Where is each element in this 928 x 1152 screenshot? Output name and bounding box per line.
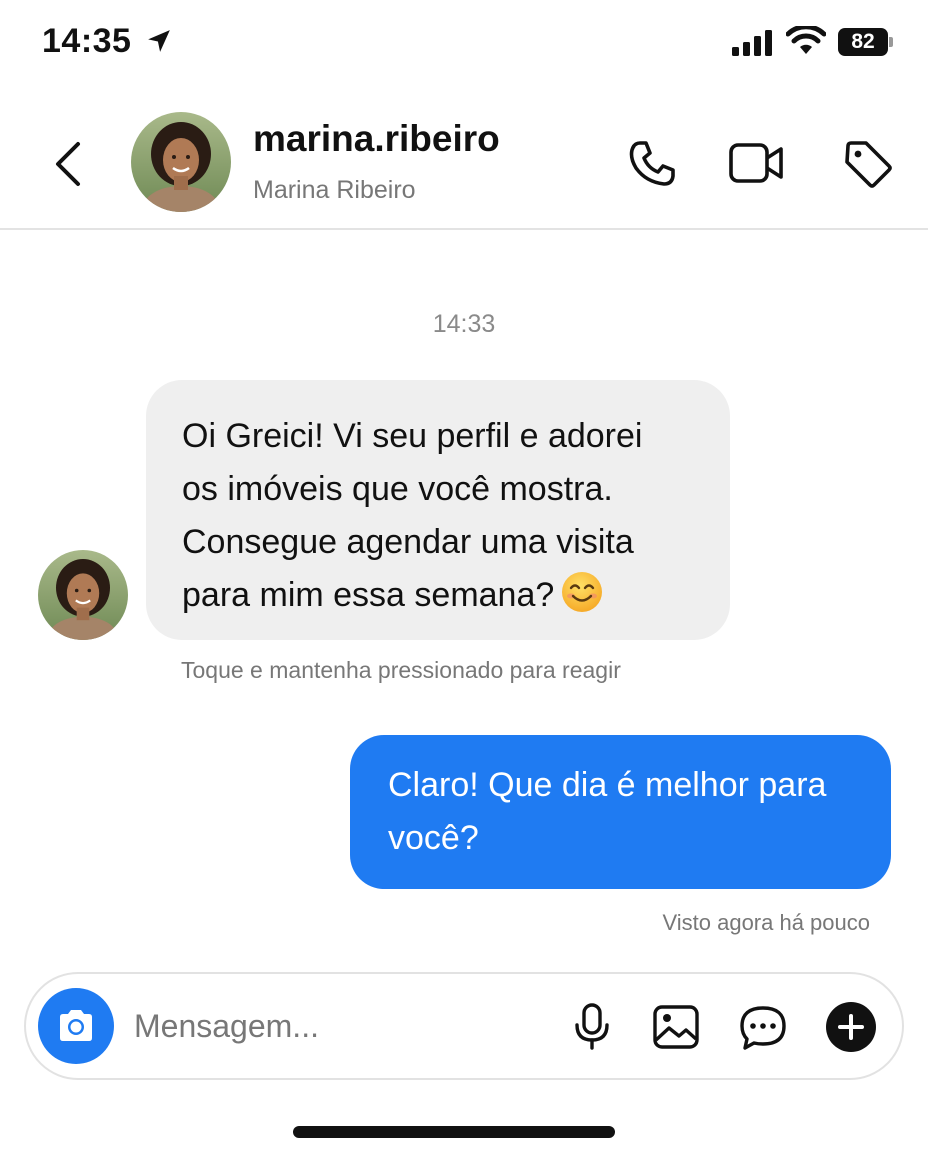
- location-arrow-icon: [148, 30, 170, 52]
- sender-avatar[interactable]: [38, 550, 128, 640]
- cellular-signal-icon: [732, 30, 772, 56]
- incoming-message-bubble[interactable]: Oi Greici! Vi seu perfil e adorei os imó…: [146, 380, 730, 640]
- smiling-face-emoji: [562, 572, 603, 612]
- plus-button[interactable]: [826, 1002, 876, 1052]
- home-indicator[interactable]: [293, 1126, 615, 1138]
- outgoing-message-line: você?: [388, 819, 479, 857]
- back-chevron-icon[interactable]: [50, 140, 84, 188]
- incoming-message-line: Consegue agendar uma visita: [182, 523, 634, 561]
- tag-icon[interactable]: [842, 138, 894, 190]
- plus-icon: [838, 1014, 864, 1040]
- message-timestamp: 14:33: [432, 310, 496, 338]
- incoming-message-line: para mim essa semana?: [182, 576, 555, 614]
- battery-level: 82: [851, 30, 875, 53]
- contact-avatar[interactable]: [131, 112, 231, 212]
- camera-icon: [60, 1010, 92, 1041]
- contact-display-name: Marina Ribeiro: [253, 176, 416, 204]
- incoming-message-line: Oi Greici! Vi seu perfil e adorei: [182, 417, 643, 455]
- outgoing-message-line: Claro! Que dia é melhor para: [388, 766, 827, 804]
- chat-header: marina.ribeiro Marina Ribeiro: [0, 92, 928, 230]
- incoming-message-line: os imóveis que você mostra.: [182, 470, 613, 508]
- incoming-message-text: Oi Greici! Vi seu perfil e adorei os imó…: [182, 410, 694, 622]
- contact-username[interactable]: marina.ribeiro: [253, 118, 500, 160]
- outgoing-message-bubble[interactable]: Claro! Que dia é melhor para você?: [350, 735, 891, 889]
- image-icon[interactable]: [652, 1004, 700, 1050]
- microphone-icon[interactable]: [572, 1002, 612, 1052]
- status-bar: 14:35 82: [0, 0, 928, 90]
- camera-button[interactable]: [38, 988, 114, 1064]
- phone-icon[interactable]: [626, 138, 678, 190]
- message-composer: [24, 972, 904, 1080]
- react-hint: Toque e mantenha pressionado para reagir: [181, 657, 621, 683]
- battery-icon: 82: [838, 28, 894, 56]
- seen-status: Visto agora há pouco: [662, 910, 870, 935]
- incoming-message-line-last: para mim essa semana?: [182, 569, 694, 622]
- message-input[interactable]: [134, 1001, 554, 1051]
- sticker-icon[interactable]: [738, 1004, 788, 1052]
- status-time: 14:35: [42, 22, 132, 60]
- video-camera-icon[interactable]: [728, 140, 784, 186]
- wifi-icon: [786, 26, 826, 54]
- outgoing-message-text: Claro! Que dia é melhor para você?: [388, 759, 855, 865]
